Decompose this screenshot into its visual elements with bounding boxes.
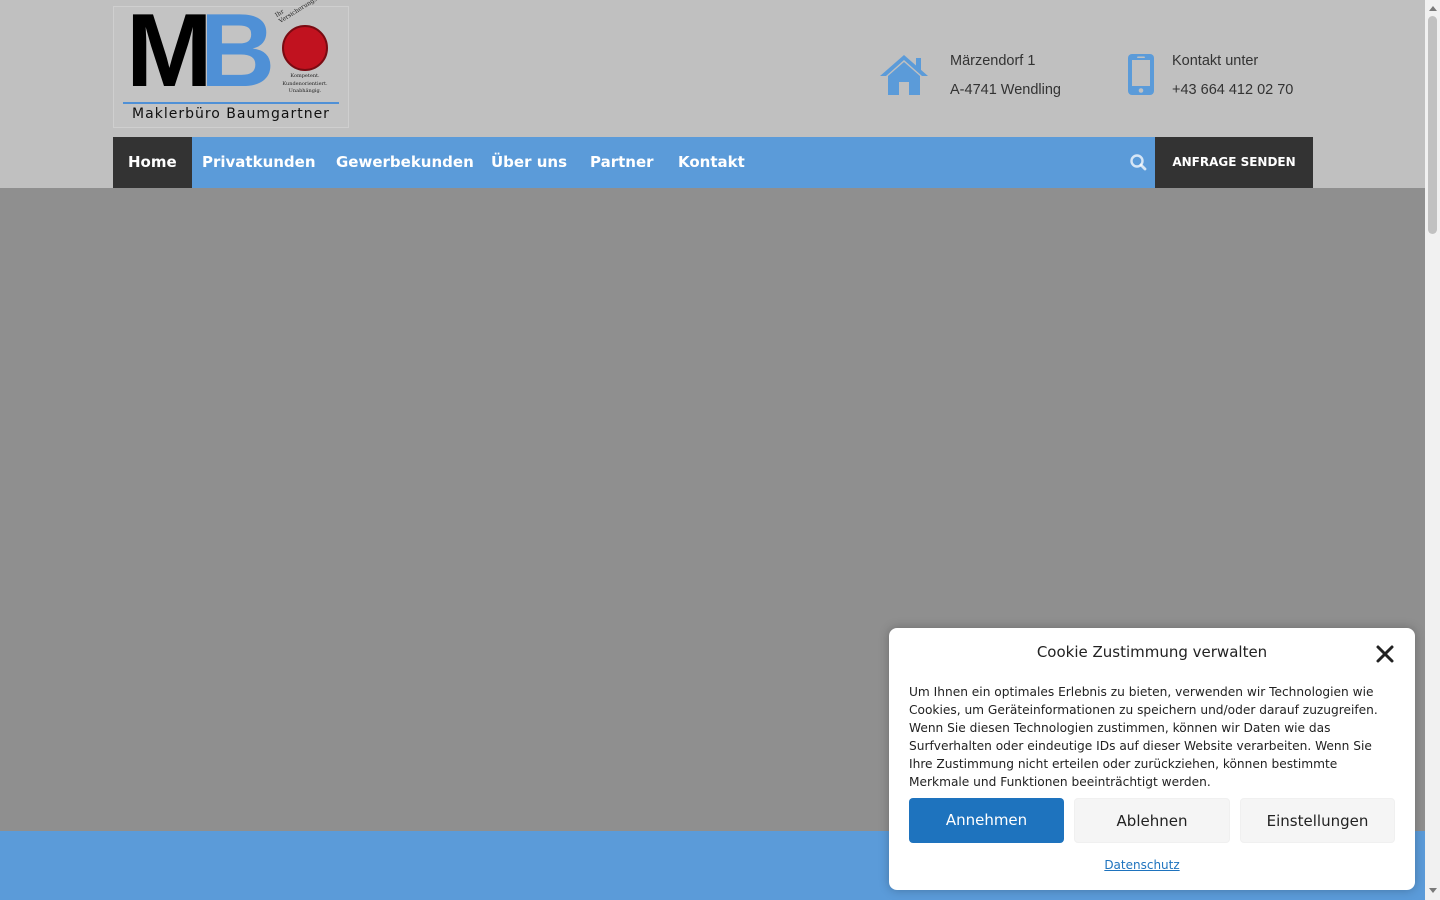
logo-underline <box>123 102 339 104</box>
cookie-dialog-title: Cookie Zustimmung verwalten <box>1036 643 1268 661</box>
scrollbar-thumb[interactable] <box>1428 16 1437 234</box>
cookie-dialog-text: Um Ihnen ein optimales Erlebnis zu biete… <box>909 685 1378 789</box>
cookie-settings-button[interactable]: Einstellungen <box>1240 798 1395 843</box>
close-dialog-button[interactable] <box>1373 642 1397 666</box>
deny-cookies-button[interactable]: Ablehnen <box>1074 798 1230 843</box>
address-street: Märzendorf 1 <box>950 53 1036 69</box>
logo-seal <box>282 25 328 71</box>
contact-block: Kontakt unter +43 664 412 02 70 <box>1172 47 1293 105</box>
logo-letter-b: B <box>200 0 276 109</box>
scroll-up-arrow-icon[interactable] <box>1429 6 1437 11</box>
site-logo[interactable]: M B Ihr Versicherungsmakler Kompetent. K… <box>113 0 349 128</box>
main-navigation: Home Privatkunden Gewerbekunden Über uns… <box>113 137 1313 188</box>
logo-letter-m: M <box>126 0 213 109</box>
close-icon <box>1376 645 1394 663</box>
address-city: A-4741 Wendling <box>950 82 1061 98</box>
nav-item-gewerbekunden[interactable]: Gewerbekunden <box>321 137 489 188</box>
nav-item-privatkunden[interactable]: Privatkunden <box>187 137 331 188</box>
accept-cookies-button[interactable]: Annehmen <box>909 798 1064 843</box>
send-inquiry-button[interactable]: ANFRAGE SENDEN <box>1155 137 1313 188</box>
contact-label: Kontakt unter <box>1172 53 1259 69</box>
nav-item-partner[interactable]: Partner <box>575 137 669 188</box>
home-icon <box>880 55 928 95</box>
address-block: Märzendorf 1 A-4741 Wendling <box>950 47 1061 105</box>
page-scrollbar[interactable] <box>1425 0 1440 900</box>
privacy-policy-link[interactable]: Datenschutz <box>889 858 1395 872</box>
mobile-phone-icon <box>1128 54 1154 95</box>
logo-seal-tagline: Kompetent. Kundenorientiert. Unabhängig. <box>282 73 328 94</box>
nav-item-kontakt[interactable]: Kontakt <box>663 137 760 188</box>
search-icon <box>1130 154 1147 171</box>
nav-item-home[interactable]: Home <box>113 137 192 188</box>
scroll-down-arrow-icon[interactable] <box>1429 888 1437 893</box>
nav-item-ueber-uns[interactable]: Über uns <box>476 137 582 188</box>
cookie-consent-dialog: Cookie Zustimmung verwalten Um Ihnen ein… <box>889 628 1415 890</box>
nav-search-button[interactable] <box>1123 137 1155 188</box>
logo-wordmark: Maklerbüro Baumgartner <box>132 106 330 122</box>
contact-phone[interactable]: +43 664 412 02 70 <box>1172 76 1293 105</box>
